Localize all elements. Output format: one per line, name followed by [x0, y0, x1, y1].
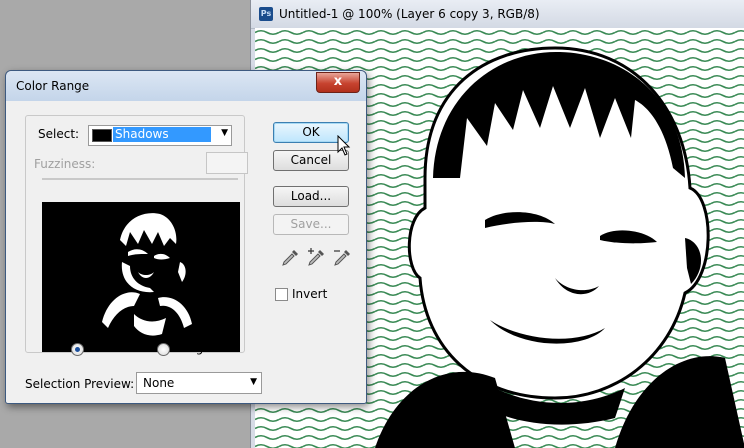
chevron-down-icon: ▼: [221, 128, 228, 138]
save-button[interactable]: Save...: [273, 214, 349, 235]
fuzziness-field[interactable]: [206, 152, 248, 174]
invert-option: Invert: [275, 287, 355, 303]
mouse-cursor-icon: [337, 135, 351, 156]
eyedropper-tools: [279, 247, 359, 271]
load-button[interactable]: Load...: [273, 186, 349, 207]
photoshop-icon: Ps: [259, 7, 273, 21]
select-value: Shadows: [113, 127, 211, 142]
color-swatch: [92, 129, 112, 142]
document-title: Untitled-1 @ 100% (Layer 6 copy 3, RGB/8…: [279, 7, 540, 21]
selection-preview-label: Selection Preview:: [25, 377, 135, 391]
select-dropdown[interactable]: Shadows ▼: [88, 125, 232, 146]
eyedropper-plus-icon[interactable]: [305, 247, 327, 269]
fuzziness-label: Fuzziness:: [34, 157, 96, 171]
selection-radio[interactable]: [71, 343, 84, 356]
dialog-body: Select: Shadows ▼ Fuzziness: Selection I…: [11, 101, 361, 398]
image-radio[interactable]: [157, 343, 170, 356]
eyedropper-icon[interactable]: [279, 247, 301, 269]
close-button[interactable]: x: [316, 72, 360, 93]
preview-artwork: [102, 213, 192, 336]
invert-label: Invert: [292, 287, 328, 301]
selection-radio-label: Selection: [87, 341, 143, 355]
preview-mode-radios: Selection Image: [71, 341, 271, 357]
select-label: Select:: [38, 127, 80, 141]
color-range-dialog: Color Range x Select: Shadows ▼ Fuzzines…: [5, 70, 367, 404]
invert-checkbox[interactable]: [275, 288, 288, 301]
eyedropper-minus-icon[interactable]: [331, 247, 353, 269]
selection-preview-value: None: [143, 376, 175, 390]
select-group: Select: Shadows ▼ Fuzziness:: [25, 115, 248, 353]
selection-preview-image: [42, 202, 240, 352]
selection-preview-dropdown[interactable]: None ▼: [136, 372, 262, 394]
fuzziness-slider[interactable]: [42, 178, 238, 180]
dialog-titlebar[interactable]: Color Range x: [6, 71, 366, 101]
document-titlebar[interactable]: Ps Untitled-1 @ 100% (Layer 6 copy 3, RG…: [251, 0, 744, 29]
dialog-title: Color Range: [16, 79, 90, 93]
chevron-down-icon: ▼: [250, 377, 257, 387]
image-radio-label: Image: [173, 341, 211, 355]
